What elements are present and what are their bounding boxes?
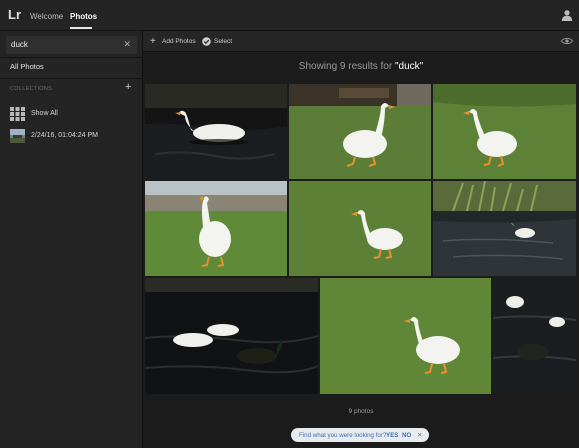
close-icon[interactable]: ✕: [417, 431, 422, 439]
duck-photo: [493, 278, 576, 394]
results-prefix: Showing 9 results for: [298, 61, 395, 72]
photo-thumbnail[interactable]: [320, 278, 491, 394]
top-bar: Lr Welcome Photos: [0, 0, 579, 31]
photo-thumbnail[interactable]: [433, 181, 576, 276]
duck-photo: [320, 278, 491, 394]
collection-label: Show All: [31, 110, 58, 117]
feedback-yes-button[interactable]: YES: [386, 432, 398, 439]
feedback-question: Find what you were looking for?: [299, 431, 387, 439]
select-button[interactable]: Select: [214, 38, 232, 45]
add-collection-button[interactable]: +: [125, 81, 131, 93]
feedback-bar: Find what you were looking for? YES NO ✕: [291, 428, 429, 442]
nav-welcome[interactable]: Welcome: [30, 12, 63, 21]
collection-label: 2/24/16, 01:04:24 PM: [31, 132, 98, 139]
duck-photo: [145, 181, 287, 276]
feedback-no-button[interactable]: NO: [402, 432, 411, 439]
eye-icon[interactable]: [561, 37, 573, 45]
collection-thumbnail-icon: [10, 129, 25, 143]
user-icon[interactable]: [561, 9, 573, 21]
duck-photo: [433, 181, 576, 276]
search-value[interactable]: duck: [11, 40, 28, 49]
duck-photo: [433, 84, 576, 179]
photo-thumbnail[interactable]: [493, 278, 576, 394]
sidebar-divider: [0, 57, 143, 58]
search-input[interactable]: duck ✕: [6, 36, 137, 54]
select-check-icon[interactable]: [202, 37, 211, 46]
duck-photo: [145, 84, 287, 179]
clear-search-icon[interactable]: ✕: [123, 39, 131, 50]
duck-photo: [145, 278, 318, 394]
photo-thumbnail[interactable]: [433, 84, 576, 179]
photo-count: 9 photos: [348, 408, 374, 415]
duck-photo: [289, 84, 431, 179]
sidebar-divider: [0, 78, 143, 79]
photo-thumbnail[interactable]: [145, 181, 287, 276]
photo-thumbnail[interactable]: [289, 181, 431, 276]
collections-heading: COLLECTIONS: [10, 86, 53, 92]
photo-thumbnail[interactable]: [145, 84, 287, 179]
add-photos-button[interactable]: Add Photos: [162, 38, 196, 45]
nav-active-indicator: [70, 27, 92, 29]
sidebar: duck ✕ All Photos COLLECTIONS + Show All…: [0, 31, 143, 448]
results-query: "duck": [394, 61, 424, 72]
toolbar: + Add Photos Select: [143, 31, 579, 52]
photo-thumbnail[interactable]: [289, 84, 431, 179]
nav-photos[interactable]: Photos: [70, 12, 97, 21]
results-heading: Showing 9 results for "duck": [143, 61, 579, 72]
grid-icon: [10, 107, 25, 121]
photo-thumbnail[interactable]: [145, 278, 318, 394]
lightroom-logo: Lr: [8, 7, 21, 22]
add-icon[interactable]: +: [150, 36, 156, 47]
sidebar-item-all-photos[interactable]: All Photos: [10, 62, 44, 71]
duck-photo: [289, 181, 431, 276]
